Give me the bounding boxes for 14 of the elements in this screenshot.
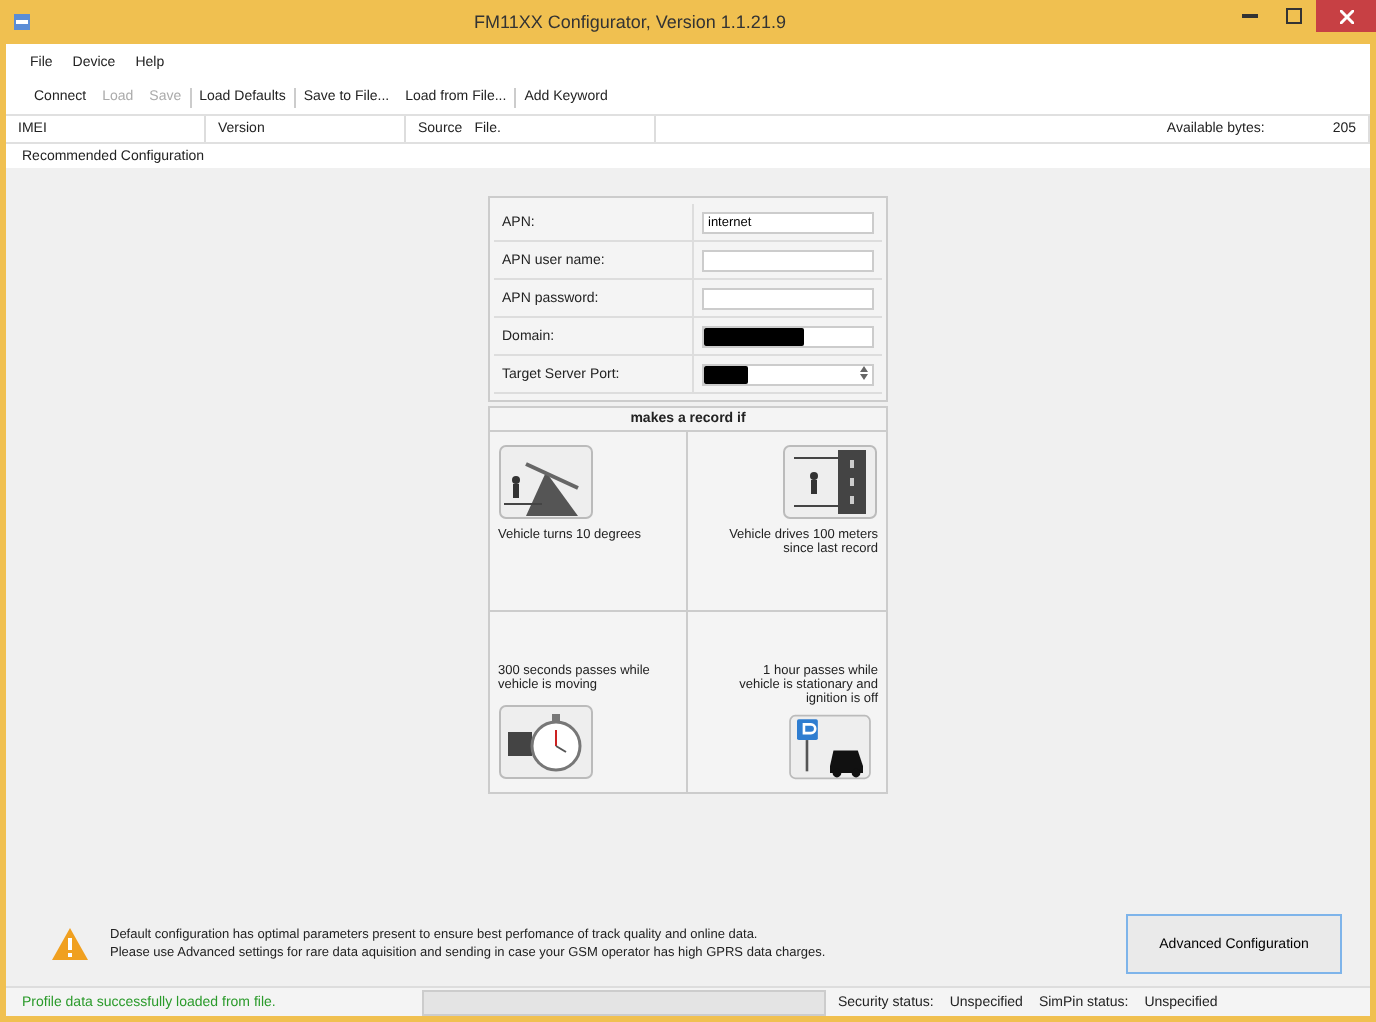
text-field[interactable] (702, 249, 874, 271)
turning-road-icon (498, 444, 594, 520)
stopwatch-icon (498, 704, 594, 780)
maximize-icon[interactable] (1286, 8, 1302, 24)
close-icon (1339, 9, 1353, 23)
port-spin-field[interactable] (702, 363, 874, 385)
warning-icon (50, 926, 90, 962)
close-button[interactable] (1316, 0, 1376, 32)
redacted-field[interactable] (702, 325, 874, 347)
road-distance-icon (782, 444, 878, 520)
app-icon (12, 12, 32, 32)
window-title: FM11XX Configurator, Version 1.1.21.9 (472, 12, 788, 32)
text-field[interactable] (702, 287, 874, 309)
spinner-arrows-icon[interactable] (860, 365, 868, 379)
